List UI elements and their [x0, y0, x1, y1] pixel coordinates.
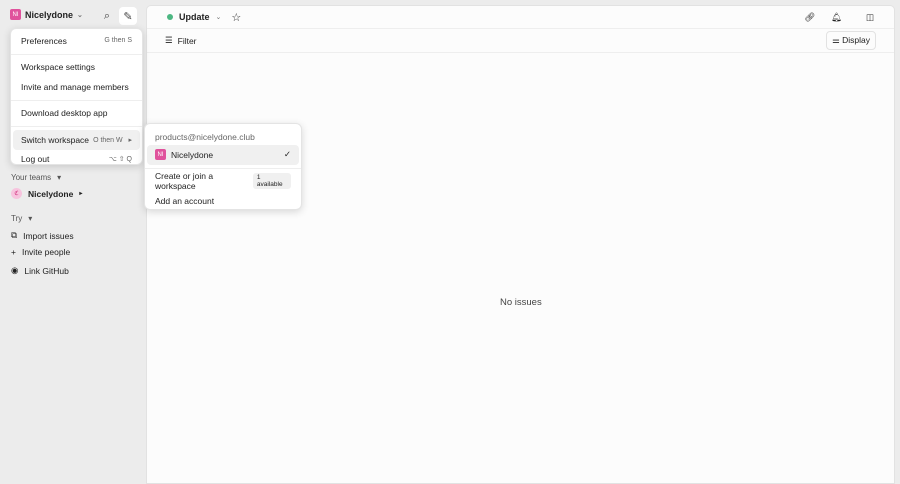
search-icon: ⌕ — [103, 9, 111, 22]
check-icon: ✓ — [283, 149, 291, 160]
shortcut: O then W — [93, 136, 123, 144]
compose-icon: ✎ — [123, 10, 133, 23]
add-account[interactable]: Add an account — [147, 191, 299, 211]
create-join-workspace[interactable]: Create or join a workspace 1 available — [147, 171, 299, 192]
available-badge: 1 available — [252, 173, 291, 190]
chevron-down-icon: ⌄ — [77, 11, 83, 19]
label: Switch workspace — [21, 134, 90, 145]
display-label: Display — [842, 35, 870, 45]
workspace-option[interactable]: NI Nicelydone ✓ — [147, 145, 299, 165]
plus-icon: + — [11, 247, 16, 257]
menu-log-out[interactable]: Log out ⌥ ⇧ Q — [13, 150, 140, 170]
sliders-icon: ⚌ — [832, 35, 843, 45]
menu-workspace-settings[interactable]: Workspace settings — [13, 58, 140, 78]
workspace-option-label: Nicelydone — [171, 149, 214, 160]
import-issues-label: Import issues — [23, 230, 74, 241]
shortcut: ⌥ ⇧ Q — [108, 156, 132, 164]
chevron-right-icon: ▸ — [128, 136, 132, 144]
switch-workspace-submenu: products@nicelydone.club NI Nicelydone ✓ C… — [144, 123, 302, 210]
menu-preferences[interactable]: Preferences G then S — [13, 31, 140, 51]
label: Invite and manage members — [21, 81, 129, 92]
status-dot-icon — [167, 14, 173, 20]
main-panel: Update ⌄ ☆ 🔗︎ 🔔︎ ◫ ☰ Filter ⚌ Display No… — [146, 5, 895, 484]
workspace-name: Nicelydone — [25, 9, 74, 20]
label: Add an account — [155, 195, 215, 206]
import-issues-item[interactable]: ⧉ Import issues — [11, 230, 74, 241]
menu-switch-workspace[interactable]: Switch workspace O then W ▸ — [13, 130, 140, 150]
empty-state: No issues — [500, 297, 542, 308]
sidebar-toggle-icon[interactable]: ◫ — [866, 12, 874, 23]
your-teams-label: Your teams — [11, 173, 52, 182]
workspace-menu: Preferences G then S Workspace settings I… — [10, 28, 143, 165]
label: Download desktop app — [21, 108, 108, 119]
shortcut: G then S — [104, 37, 132, 45]
filter-button[interactable]: Filter — [178, 36, 197, 46]
workspace-switcher[interactable]: NI Nicelydone ⌄ — [10, 9, 83, 20]
label: Log out — [21, 154, 50, 165]
star-icon[interactable]: ☆ — [231, 11, 241, 24]
account-email: products@nicelydone.club — [155, 131, 255, 142]
filter-icon[interactable]: ☰ — [165, 35, 173, 46]
workspace-avatar: NI — [10, 9, 21, 20]
view-title[interactable]: Update — [179, 12, 210, 22]
team-name: Nicelydone — [28, 188, 74, 199]
link-github-label: Link GitHub — [24, 265, 69, 276]
try-label: Try — [11, 214, 23, 223]
label: Preferences — [21, 35, 67, 46]
invite-people-item[interactable]: + Invite people — [11, 247, 70, 257]
bell-icon[interactable]: 🔔︎ — [831, 12, 842, 23]
search-button[interactable]: ⌕ — [98, 7, 116, 25]
workspace-avatar: NI — [155, 149, 166, 161]
import-icon: ⧉ — [11, 230, 18, 240]
link-icon[interactable]: 🔗︎ — [804, 12, 815, 23]
try-header[interactable]: Try ▾ — [11, 214, 32, 223]
your-teams-header[interactable]: Your teams ▾ — [11, 173, 61, 182]
chevron-down-icon[interactable]: ⌄ — [216, 13, 222, 21]
github-icon: ◉ — [11, 265, 19, 275]
invite-people-label: Invite people — [21, 247, 71, 257]
label: Create or join a workspace — [155, 171, 214, 192]
new-issue-button[interactable]: ✎ — [119, 7, 137, 25]
label: Workspace settings — [21, 62, 96, 73]
team-icon: ℭ — [11, 188, 22, 199]
team-nicelydone[interactable]: ℭ Nicelydone ▸ — [11, 188, 82, 199]
menu-invite-members[interactable]: Invite and manage members — [13, 77, 140, 97]
display-button[interactable]: ⚌ Display — [826, 31, 876, 50]
link-github-item[interactable]: ◉ Link GitHub — [11, 265, 69, 276]
menu-download-app[interactable]: Download desktop app — [13, 104, 140, 124]
